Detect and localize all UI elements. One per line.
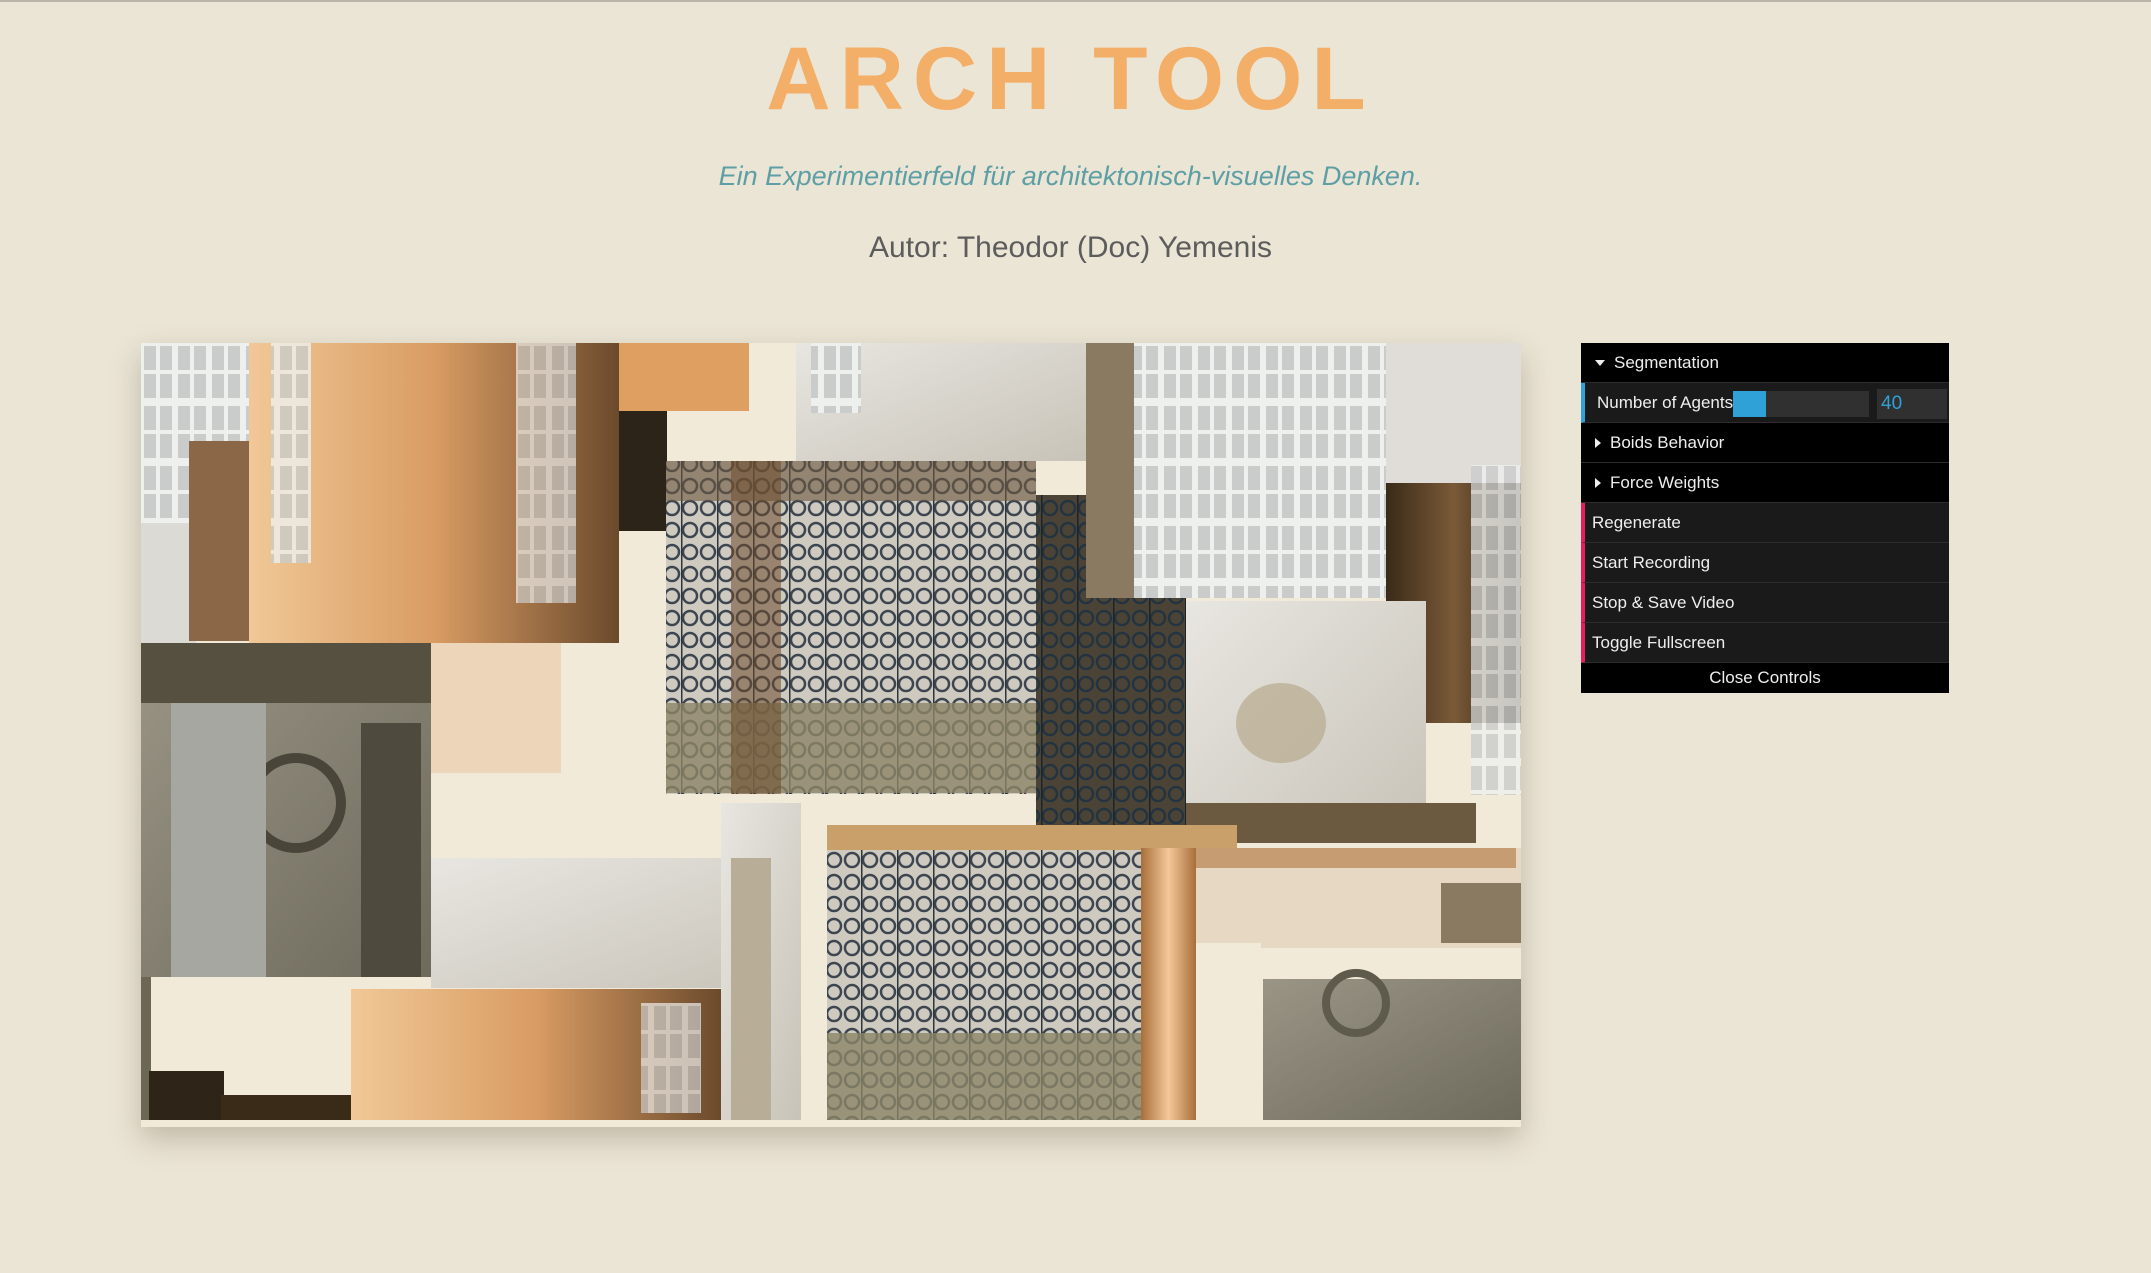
page-subtitle: Ein Experimentierfeld für architektonisc…	[718, 161, 1423, 191]
sketch-canvas[interactable]	[141, 343, 1521, 1127]
slider-fill	[1733, 391, 1766, 417]
folder-label: Boids Behavior	[1610, 432, 1725, 452]
folder-boids-behavior[interactable]: Boids Behavior	[1581, 423, 1949, 463]
folder-label: Force Weights	[1610, 472, 1720, 492]
number-of-agents-slider[interactable]	[1733, 391, 1869, 417]
author-line: Autor: Theodor (Doc) Yemenis	[869, 231, 1272, 264]
start-recording-button[interactable]: Start Recording	[1581, 543, 1949, 583]
number-of-agents-input[interactable]: 40	[1877, 389, 1947, 419]
close-controls-button[interactable]: Close Controls	[1581, 663, 1949, 693]
page-title: ARCH TOOL	[766, 28, 1375, 128]
toggle-fullscreen-button[interactable]: Toggle Fullscreen	[1581, 623, 1949, 663]
top-border	[0, 0, 2151, 2]
chevron-right-icon	[1595, 477, 1601, 488]
controls-panel: Segmentation Number of Agents 40 Boids B…	[1581, 343, 1949, 693]
chevron-right-icon	[1595, 437, 1601, 448]
folder-force-weights[interactable]: Force Weights	[1581, 463, 1949, 503]
folder-label: Segmentation	[1614, 352, 1719, 372]
regenerate-button[interactable]: Regenerate	[1581, 503, 1949, 543]
folder-segmentation[interactable]: Segmentation	[1581, 343, 1949, 383]
number-of-agents-control: Number of Agents 40	[1581, 383, 1949, 423]
number-of-agents-label: Number of Agents	[1597, 392, 1734, 412]
collage-artwork	[141, 343, 1521, 1120]
chevron-down-icon	[1595, 359, 1605, 366]
stop-save-video-button[interactable]: Stop & Save Video	[1581, 583, 1949, 623]
